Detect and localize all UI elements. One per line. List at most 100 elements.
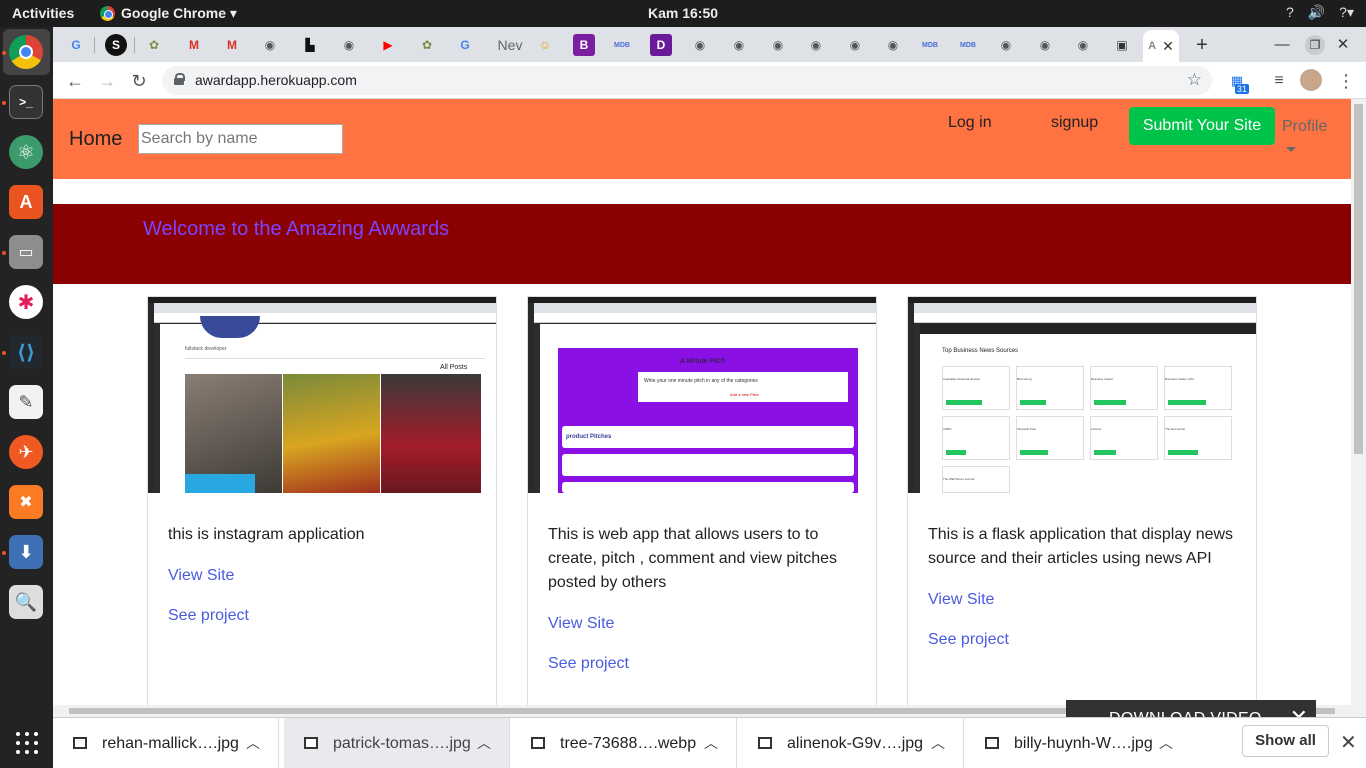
tab-terminal[interactable]: ▣	[1111, 34, 1133, 56]
minimize-button[interactable]: —	[1272, 35, 1292, 55]
bookmark-star-icon[interactable]: ☆	[1187, 70, 1202, 90]
atom-icon[interactable]: ⚛	[9, 135, 43, 169]
software-center-icon[interactable]: A	[9, 185, 43, 219]
tab-tree[interactable]: ✿	[143, 34, 165, 56]
vertical-scrollbar[interactable]	[1351, 99, 1366, 735]
tab-globe-6[interactable]: ◉	[805, 34, 827, 56]
chevron-up-icon[interactable]: ︿	[931, 733, 945, 753]
chevron-down-icon[interactable]	[1286, 147, 1296, 152]
chevron-up-icon[interactable]: ︿	[1159, 733, 1173, 753]
project-screenshot[interactable]: fullstack developer All Posts	[148, 297, 496, 493]
chevron-up-icon[interactable]: ︿	[704, 733, 718, 753]
project-screenshot[interactable]: A Minute Pitch Write your one minute pit…	[528, 297, 876, 493]
search-input[interactable]	[138, 124, 343, 154]
see-project-link[interactable]: See project	[548, 655, 629, 673]
back-button[interactable]: ←	[63, 69, 87, 93]
tab-globe-1[interactable]: ◉	[259, 34, 281, 56]
tab-codewars[interactable]: ▙	[299, 34, 321, 56]
close-shelf-icon[interactable]: ✕	[1340, 730, 1357, 755]
tab-globe-2[interactable]: ◉	[338, 34, 360, 56]
thumb-section: product Pitches	[566, 434, 612, 440]
signup-link[interactable]: signup	[1051, 114, 1098, 132]
tab-s[interactable]: S	[105, 34, 127, 56]
see-project-link[interactable]: See project	[928, 631, 1009, 649]
tab-strip: G S ✿ M M ◉ ▙ ◉ ▶ ✿ G Nev ☺ B MDB D ◉ ◉ …	[53, 27, 1366, 62]
tab-google[interactable]: G	[65, 34, 87, 56]
reload-button[interactable]: ↻	[127, 69, 151, 93]
download-item[interactable]: billy-huynh-W….jpg ︿	[965, 718, 1191, 768]
volume-icon[interactable]: 🔊	[1308, 4, 1325, 21]
chrome-menu-icon[interactable]: ⋮	[1334, 69, 1358, 93]
profile-avatar[interactable]	[1300, 69, 1322, 91]
download-filename: patrick-tomas….jpg	[333, 735, 471, 752]
download-item[interactable]: alinenok-G9v….jpg ︿	[738, 718, 964, 768]
tab-news[interactable]: Nev	[496, 34, 524, 56]
tab-google-2[interactable]: G	[454, 34, 476, 56]
tab-bootstrap[interactable]: B	[573, 34, 595, 56]
login-link[interactable]: Log in	[948, 114, 992, 132]
maximize-button[interactable]: ❐	[1305, 35, 1325, 55]
forward-button[interactable]: →	[95, 69, 119, 93]
browser-toolbar: ← → ↻ awardapp.herokuapp.com ☆ ▦ 31 ≡ ⋮	[53, 62, 1366, 99]
tab-active-awardapp[interactable]: A ✕	[1143, 30, 1179, 62]
thumb-prompt: Write your one minute pitch in any of th…	[644, 378, 758, 384]
media-control-icon[interactable]: ≡	[1267, 69, 1291, 93]
tab-globe-5[interactable]: ◉	[767, 34, 789, 56]
show-all-button[interactable]: Show all	[1242, 725, 1329, 757]
tab-gmail-2[interactable]: M	[221, 34, 243, 56]
xampp-icon[interactable]: ✖	[9, 485, 43, 519]
download-item[interactable]: patrick-tomas….jpg ︿	[284, 718, 510, 768]
files-icon[interactable]: ▭	[9, 235, 43, 269]
view-site-link[interactable]: View Site	[548, 615, 614, 633]
tab-mdb-1[interactable]: MDB	[611, 34, 633, 56]
home-link[interactable]: Home	[69, 128, 122, 151]
help-icon[interactable]: ?	[1286, 4, 1294, 21]
activities-button[interactable]: Activities	[12, 5, 74, 21]
download-item[interactable]: rehan-mallick….jpg ︿	[53, 718, 279, 768]
tab-globe-10[interactable]: ◉	[1034, 34, 1056, 56]
file-icon	[531, 737, 545, 749]
download-item[interactable]: tree-73688….webp ︿	[511, 718, 737, 768]
tab-globe-4[interactable]: ◉	[728, 34, 750, 56]
tab-tree-2[interactable]: ✿	[416, 34, 438, 56]
chrome-dock-icon[interactable]	[9, 35, 43, 69]
profile-dropdown[interactable]: Profile	[1282, 118, 1327, 136]
chevron-up-icon[interactable]: ︿	[477, 733, 491, 753]
tab-mdb-2[interactable]: MDB	[919, 34, 941, 56]
tab-d[interactable]: D	[650, 34, 672, 56]
show-applications-icon[interactable]	[16, 732, 38, 754]
tab-gmail-1[interactable]: M	[183, 34, 205, 56]
system-tray[interactable]: ? 🔊 ?▾	[1286, 4, 1354, 21]
tab-globe-8[interactable]: ◉	[882, 34, 904, 56]
tab-globe-7[interactable]: ◉	[844, 34, 866, 56]
see-project-link[interactable]: See project	[168, 607, 249, 625]
tab-avatar[interactable]: ☺	[534, 34, 556, 56]
tab-globe-11[interactable]: ◉	[1072, 34, 1094, 56]
close-tab-icon[interactable]: ✕	[1162, 38, 1174, 55]
tab-youtube[interactable]: ▶	[377, 34, 399, 56]
text-editor-icon[interactable]: ✎	[9, 385, 43, 419]
image-viewer-icon[interactable]: 🔍	[9, 585, 43, 619]
close-window-button[interactable]: ✕	[1333, 35, 1353, 55]
tab-globe-3[interactable]: ◉	[689, 34, 711, 56]
view-site-link[interactable]: View Site	[168, 567, 234, 585]
app-menu-label: Google Chrome ▾	[121, 5, 237, 21]
new-tab-button[interactable]: +	[1192, 35, 1212, 55]
slack-icon[interactable]: ✱	[9, 285, 43, 319]
tab-globe-9[interactable]: ◉	[995, 34, 1017, 56]
web-page: Home Log in signup Submit Your Site Prof…	[53, 99, 1351, 735]
postman-icon[interactable]: ✈	[9, 435, 43, 469]
app-menu[interactable]: Google Chrome ▾	[100, 5, 237, 22]
project-screenshot[interactable]: Top Business News Sources Australian Fin…	[908, 297, 1256, 493]
address-bar[interactable]: awardapp.herokuapp.com ☆	[162, 66, 1212, 95]
system-menu-icon[interactable]: ?▾	[1339, 4, 1354, 21]
view-site-link[interactable]: View Site	[928, 591, 994, 609]
downloader-icon[interactable]: ⬇	[9, 535, 43, 569]
terminal-icon[interactable]: >_	[9, 85, 43, 119]
submit-site-button[interactable]: Submit Your Site	[1129, 107, 1275, 145]
system-top-bar: Activities Google Chrome ▾ Kam 16:50 ? 🔊…	[0, 0, 1366, 27]
tab-mdb-3[interactable]: MDB	[957, 34, 979, 56]
vscode-icon[interactable]: ⟨⟩	[9, 335, 43, 369]
download-filename: tree-73688….webp	[560, 735, 697, 752]
chevron-up-icon[interactable]: ︿	[246, 733, 260, 753]
